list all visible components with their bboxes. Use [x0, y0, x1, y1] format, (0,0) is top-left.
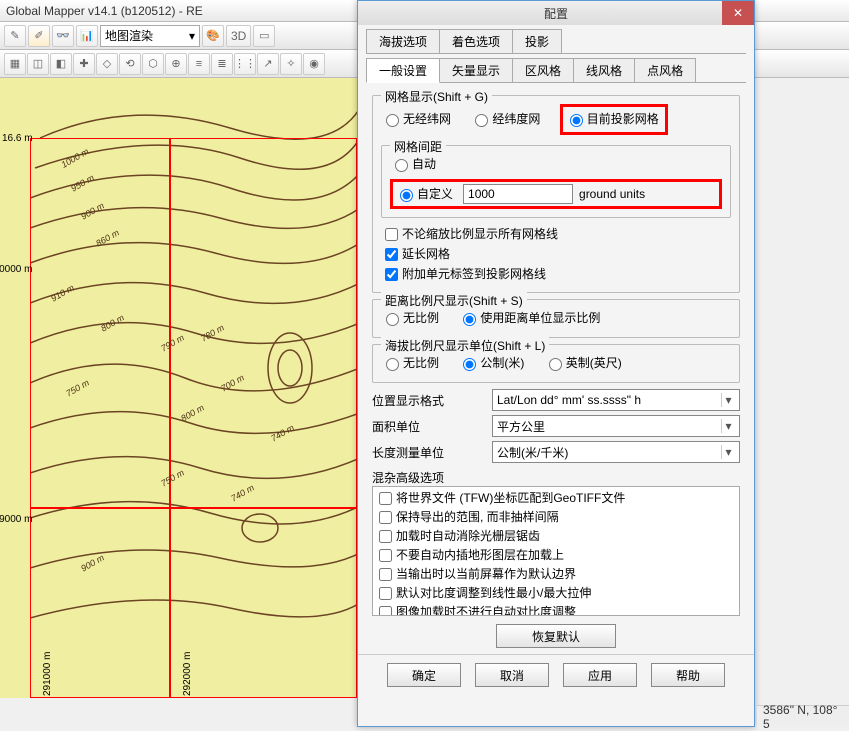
highlight-custom-spacing: 自定义 ground units: [390, 179, 722, 209]
grid-display-title: 网格显示(Shift + G): [381, 88, 492, 105]
dropdown-arrow-icon: ▾: [721, 445, 735, 459]
grid-spacing-title: 网格间距: [390, 138, 446, 155]
dialog-titlebar[interactable]: 配置 ✕: [358, 1, 754, 25]
adv-opt-5[interactable]: 默认对比度调整到线性最小/最大拉伸: [375, 584, 737, 603]
tool2-8[interactable]: ⊕: [165, 53, 187, 75]
tab-general-settings[interactable]: 一般设置: [366, 58, 440, 83]
x-label-0: 291000 m: [42, 652, 53, 696]
adv-opt-3[interactable]: 不要自动内插地形图层在加载上: [375, 546, 737, 565]
distance-scale-group: 距离比例尺显示(Shift + S) 无比例 使用距离单位显示比例: [372, 299, 740, 338]
restore-defaults-button[interactable]: 恢复默认: [496, 624, 616, 648]
tab-line-style[interactable]: 线风格: [573, 58, 635, 82]
tab-vector-display[interactable]: 矢量显示: [439, 58, 513, 82]
y-label-2: 159000 m: [0, 514, 32, 525]
config-dialog: 配置 ✕ 海拔选项 着色选项 投影 一般设置 矢量显示 区风格 线风格 点风格 …: [357, 0, 755, 727]
radio-dist-units[interactable]: 使用距离单位显示比例: [458, 308, 600, 328]
adv-opt-4[interactable]: 当输出时以当前屏幕作为默认边界: [375, 565, 737, 584]
tool2-3[interactable]: ◧: [50, 53, 72, 75]
tool-palette-icon[interactable]: 🎨: [202, 25, 224, 47]
radio-latlon-grid[interactable]: 经纬度网: [470, 109, 540, 129]
elev-unit-title: 海拔比例尺显示单位(Shift + L): [381, 337, 549, 354]
radio-elev-metric[interactable]: 公制(米): [458, 353, 524, 373]
spacing-value-input[interactable]: [463, 184, 573, 204]
dropdown-arrow-icon: ▾: [189, 29, 195, 43]
len-unit-label: 长度测量单位: [372, 444, 492, 461]
tab-elevation-options[interactable]: 海拔选项: [366, 29, 440, 53]
tool2-6[interactable]: ⟲: [119, 53, 141, 75]
tool2-4[interactable]: ✚: [73, 53, 95, 75]
cancel-button[interactable]: 取消: [475, 663, 549, 687]
render-mode-label: 地图渲染: [105, 27, 153, 44]
area-unit-label: 面积单位: [372, 418, 492, 435]
close-icon: ✕: [733, 6, 743, 20]
elev-unit-group: 海拔比例尺显示单位(Shift + L) 无比例 公制(米) 英制(英尺): [372, 344, 740, 383]
area-unit-select[interactable]: 平方公里▾: [492, 415, 740, 437]
tool2-2[interactable]: ◫: [27, 53, 49, 75]
chk-attach-labels[interactable]: 附加单元标签到投影网格线: [381, 264, 546, 284]
tool2-10[interactable]: ≣: [211, 53, 233, 75]
tab-row-top: 海拔选项 着色选项 投影: [366, 29, 746, 54]
radio-proj-grid[interactable]: 目前投影网格: [565, 109, 659, 129]
chk-show-all-grid[interactable]: 不论缩放比例显示所有网格线: [381, 224, 558, 244]
tool2-11[interactable]: ⋮⋮: [234, 53, 256, 75]
tab-point-style[interactable]: 点风格: [634, 58, 696, 82]
chk-extend-grid[interactable]: 延长网格: [381, 244, 450, 264]
tool-chart-icon[interactable]: 📊: [76, 25, 98, 47]
highlight-proj-grid: 目前投影网格: [560, 104, 668, 135]
dropdown-arrow-icon: ▾: [721, 419, 735, 433]
radio-elev-imperial[interactable]: 英制(英尺): [544, 353, 622, 373]
close-button[interactable]: ✕: [722, 1, 754, 25]
apply-button[interactable]: 应用: [563, 663, 637, 687]
tab-row-main: 一般设置 矢量显示 区风格 线风格 点风格: [366, 58, 746, 83]
radio-elev-none[interactable]: 无比例: [381, 353, 439, 373]
x-label-1: 292000 m: [182, 652, 193, 696]
adv-opt-6[interactable]: 图像加载时不进行自动对比度调整: [375, 603, 737, 616]
radio-spacing-custom[interactable]: 自定义: [395, 184, 453, 204]
tool2-14[interactable]: ◉: [303, 53, 325, 75]
y-label-1: 160000 m: [0, 264, 32, 275]
distance-scale-title: 距离比例尺显示(Shift + S): [381, 292, 527, 309]
dialog-title: 配置: [544, 5, 568, 22]
adv-opt-0[interactable]: 将世界文件 (TFW)坐标匹配到GeoTIFF文件: [375, 489, 737, 508]
adv-opt-2[interactable]: 加载时自动消除光栅层锯齿: [375, 527, 737, 546]
dropdown-arrow-icon: ▾: [721, 393, 735, 407]
tool2-7[interactable]: ⬡: [142, 53, 164, 75]
status-coord: 3586" N, 108° 5: [763, 703, 843, 731]
tool-pencil-icon[interactable]: ✎: [4, 25, 26, 47]
grid-display-group: 网格显示(Shift + G) 无经纬网 经纬度网 目前投影网格 网格间距 自动…: [372, 95, 740, 293]
tool-rect-icon[interactable]: ▭: [253, 25, 275, 47]
adv-opt-1[interactable]: 保持导出的范围, 而非抽样间隔: [375, 508, 737, 527]
tab-area-style[interactable]: 区风格: [512, 58, 574, 82]
tool-brush-icon[interactable]: ✐: [28, 25, 50, 47]
tab-shading-options[interactable]: 着色选项: [439, 29, 513, 53]
adv-title: 混杂高级选项: [372, 469, 740, 486]
tool2-13[interactable]: ✧: [280, 53, 302, 75]
help-button[interactable]: 帮助: [651, 663, 725, 687]
tab-projection[interactable]: 投影: [512, 29, 562, 53]
pos-format-select[interactable]: Lat/Lon dd° mm' ss.ssss" h▾: [492, 389, 740, 411]
render-mode-select[interactable]: 地图渲染 ▾: [100, 25, 200, 47]
status-bar: 3586" N, 108° 5: [757, 705, 849, 727]
ok-button[interactable]: 确定: [387, 663, 461, 687]
map-canvas[interactable]: 16.6 m 160000 m 159000 m 291000 m 292000…: [0, 78, 357, 698]
tool2-1[interactable]: ▦: [4, 53, 26, 75]
tool2-5[interactable]: ◇: [96, 53, 118, 75]
y-label-0: 16.6 m: [2, 133, 33, 144]
grid-spacing-group: 网格间距 自动 自定义 ground units: [381, 145, 731, 218]
app-title: Global Mapper v14.1 (b120512) - RE: [6, 4, 203, 18]
advanced-options-list[interactable]: 将世界文件 (TFW)坐标匹配到GeoTIFF文件 保持导出的范围, 而非抽样间…: [372, 486, 740, 616]
tool2-9[interactable]: ≡: [188, 53, 210, 75]
tool-3d-button[interactable]: 3D: [226, 25, 251, 47]
radio-spacing-auto[interactable]: 自动: [390, 154, 436, 174]
tool2-12[interactable]: ↗: [257, 53, 279, 75]
radio-dist-none[interactable]: 无比例: [381, 308, 439, 328]
len-unit-select[interactable]: 公制(米/千米)▾: [492, 441, 740, 463]
tool-binoculars-icon[interactable]: 👓: [52, 25, 74, 47]
spacing-unit-label: ground units: [579, 187, 645, 201]
pos-format-label: 位置显示格式: [372, 392, 492, 409]
radio-no-grid[interactable]: 无经纬网: [381, 109, 451, 129]
